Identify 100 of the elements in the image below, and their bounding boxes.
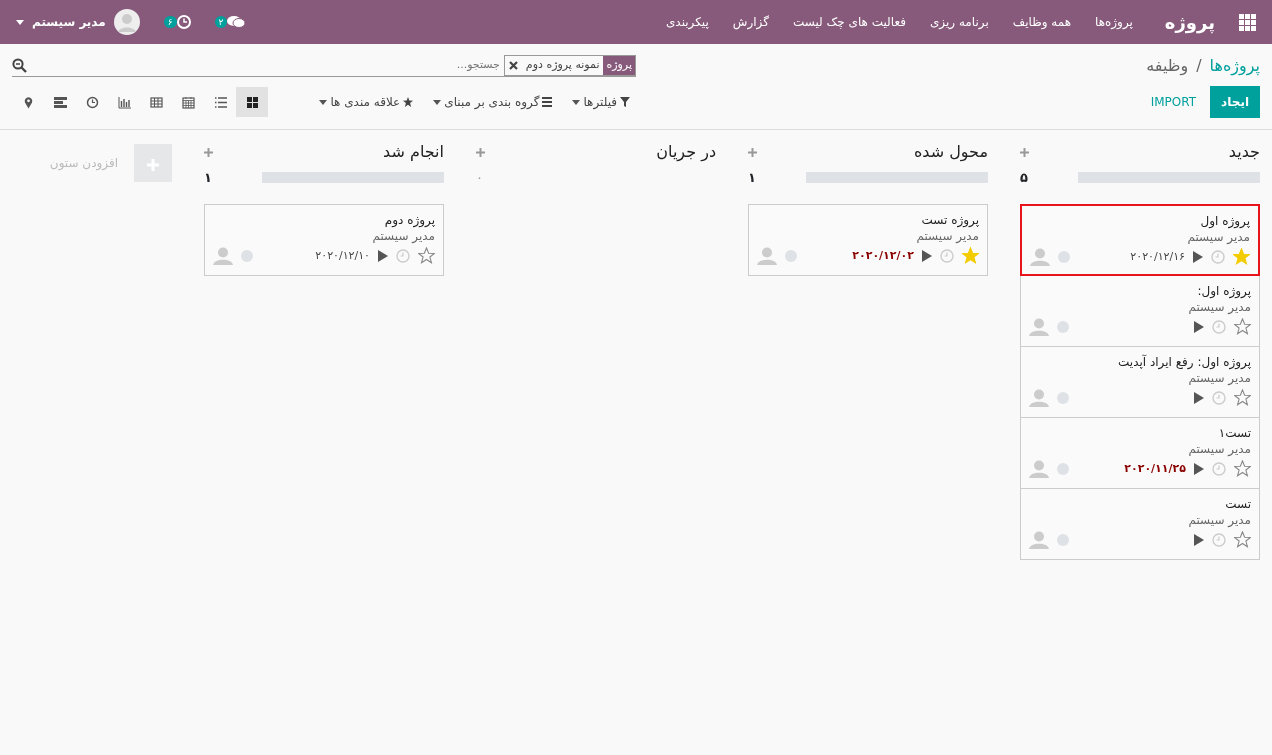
due-date: ۲۰۲۰/۱۲/۱۶ (1130, 248, 1185, 265)
gantt-icon (53, 95, 67, 109)
user-icon[interactable] (1029, 388, 1049, 407)
breadcrumb-current: وظیفه (1146, 55, 1189, 78)
star-outline-icon[interactable] (1234, 531, 1251, 549)
kanban-icon (245, 95, 259, 109)
task-card[interactable]: تست۱ مدیر سیستم ۲۰۲۰/۱۱/۲۵ (1020, 416, 1260, 489)
search-icon[interactable] (12, 58, 27, 73)
column-count: ۰ (476, 169, 483, 187)
user-icon[interactable] (1029, 530, 1049, 549)
menu-item[interactable]: همه وظایف (1012, 13, 1072, 31)
status-dot-icon[interactable] (241, 249, 253, 262)
filter-dropdown[interactable]: گروه بندی بر مبنای (427, 89, 559, 115)
plus-icon (147, 158, 159, 171)
task-card[interactable]: تست مدیر سیستم (1020, 487, 1260, 560)
card-title: تست (1224, 495, 1251, 513)
task-card[interactable]: پروژه اول: رفع ایراد آپدیت مدیر سیستم (1020, 345, 1260, 418)
user-menu[interactable]: مدیر سیستم (32, 13, 106, 31)
task-card[interactable]: پروژه تست مدیر سیستم ۲۰۲۰/۱۲/۰۲ (748, 203, 988, 276)
filter-icon (620, 97, 630, 107)
star-outline-icon[interactable] (1234, 389, 1251, 407)
status-dot-icon[interactable] (1057, 533, 1069, 546)
column-count: ۵ (1020, 169, 1028, 187)
search-field[interactable]: جستجو... (27, 57, 504, 74)
star-icon[interactable] (962, 247, 979, 265)
app-title: پروژه (1164, 10, 1215, 36)
status-dot-icon[interactable] (1057, 320, 1069, 333)
column-count: ۱ (748, 169, 756, 187)
list-icon (542, 97, 553, 107)
column-title: انجام شد (383, 141, 444, 163)
user-icon[interactable] (757, 246, 777, 265)
card-title: پروژه اول (1199, 212, 1250, 230)
card-title: پروژه دوم (383, 211, 435, 229)
menu-item[interactable]: گزارش (732, 13, 769, 31)
status-dot-icon[interactable] (1057, 391, 1069, 404)
add-column-label: افزودن ستون (49, 155, 118, 172)
card-title: پروژه اول: رفع ایراد آپدیت (1117, 353, 1251, 371)
filter-dropdown[interactable]: فیلترها (566, 89, 636, 115)
search-facet[interactable]: پروژه نمونه پروژه دوم (503, 55, 636, 76)
task-card[interactable]: پروژه اول: مدیر سیستم (1020, 274, 1260, 347)
star-icon[interactable] (1233, 248, 1250, 266)
plus-icon[interactable] (204, 147, 213, 157)
column-title: در جریان (656, 141, 716, 164)
calendar-icon (181, 95, 195, 109)
star-outline-icon[interactable] (1234, 318, 1251, 336)
caret-icon (572, 99, 581, 105)
play-icon[interactable] (1193, 250, 1203, 263)
clock-icon (85, 95, 99, 109)
play-icon[interactable] (1194, 533, 1204, 546)
due-date: ۲۰۲۰/۱۲/۰۲ (852, 247, 914, 264)
menu-item[interactable]: پروژه‌ها (1095, 13, 1133, 31)
status-dot-icon[interactable] (1057, 462, 1069, 475)
list-icon (213, 95, 227, 109)
breadcrumb-separator: / (1196, 55, 1202, 77)
status-dot-icon[interactable] (1058, 250, 1070, 263)
column-title: جدید (1228, 141, 1260, 163)
menu-item[interactable]: پیکربندی (665, 13, 709, 31)
avatar-icon[interactable] (113, 9, 140, 35)
due-date: ۲۰۲۰/۱۲/۱۰ (315, 247, 370, 264)
chat-icon[interactable] (227, 15, 246, 29)
play-icon[interactable] (1194, 320, 1204, 333)
apps-menu-icon[interactable] (1239, 13, 1256, 31)
remove-icon[interactable] (508, 61, 518, 70)
menu-item[interactable]: فعالیت های چک لیست (792, 13, 906, 31)
caret-icon (433, 99, 442, 105)
assignee-name: مدیر سیستم (1187, 441, 1251, 456)
card-title: تست۱ (1217, 424, 1251, 442)
star-outline-icon[interactable] (1234, 460, 1251, 478)
play-icon[interactable] (922, 249, 932, 262)
assignee-name: مدیر سیستم (371, 228, 435, 243)
task-card[interactable]: پروژه اول مدیر سیستم ۲۰۲۰/۱۲/۱۶ (1020, 203, 1260, 276)
view-switch-button[interactable] (236, 87, 268, 117)
due-date: ۲۰۲۰/۱۱/۲۵ (1124, 460, 1186, 477)
column-count: ۱ (204, 169, 212, 187)
play-icon[interactable] (378, 249, 388, 262)
assignee-name: مدیر سیستم (1187, 370, 1251, 385)
user-icon[interactable] (1030, 247, 1050, 266)
column-title: محول شده (913, 141, 988, 164)
menu-item[interactable]: برنامه ریزی (929, 13, 989, 31)
caret-icon (319, 99, 328, 105)
card-title: پروژه تست (920, 211, 979, 229)
plus-icon[interactable] (1020, 147, 1029, 157)
assignee-name: مدیر سیستم (1186, 229, 1250, 244)
plus-icon[interactable] (748, 147, 757, 157)
user-icon[interactable] (1029, 317, 1049, 336)
notification-badge: ۶ (163, 15, 177, 29)
notification-badge: ۲ (214, 15, 228, 29)
user-icon[interactable] (1029, 459, 1049, 478)
bar-chart-icon (117, 95, 131, 109)
play-icon[interactable] (1194, 391, 1204, 404)
filter-dropdown[interactable]: علاقه مندی ها (313, 89, 420, 115)
assignee-name: مدیر سیستم (1187, 512, 1251, 527)
plus-icon[interactable] (476, 147, 485, 157)
caret-icon (16, 19, 24, 25)
assignee-name: مدیر سیستم (915, 228, 979, 243)
star-outline-icon[interactable] (418, 247, 435, 265)
task-card[interactable]: پروژه دوم مدیر سیستم ۲۰۲۰/۱۲/۱۰ (204, 203, 444, 276)
play-icon[interactable] (1194, 462, 1204, 475)
status-dot-icon[interactable] (785, 249, 797, 262)
user-icon[interactable] (213, 246, 233, 265)
